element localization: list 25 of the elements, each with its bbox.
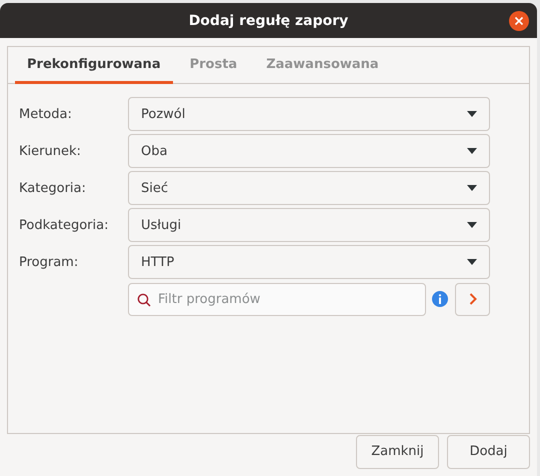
dropdown[interactable]: HTTP <box>128 245 490 279</box>
caret-icon <box>467 259 477 265</box>
next-button[interactable] <box>455 282 490 316</box>
close-button[interactable] <box>509 11 529 31</box>
dropdown[interactable]: Usługi <box>128 208 490 242</box>
field-label: Program: <box>19 254 80 270</box>
field-label: Metoda: <box>19 106 73 122</box>
field-label: Kierunek: <box>19 144 82 158</box>
chevron-icon <box>468 293 476 305</box>
dropdown[interactable]: Pozwól <box>128 97 490 131</box>
tab[interactable]: Prekonfigurowana <box>15 47 173 84</box>
caret-icon <box>467 148 477 154</box>
dialog-button[interactable]: Dodaj <box>447 435 530 469</box>
field-label: Podkategoria: <box>19 218 110 232</box>
dialog-button[interactable]: Zamknij <box>356 435 439 469</box>
caret-icon <box>467 222 477 228</box>
info-icon[interactable] <box>432 291 448 307</box>
search-icon <box>137 292 151 306</box>
caret-icon <box>467 185 477 191</box>
search-field[interactable]: Filtr programów <box>128 282 426 316</box>
field-label: Kategoria: <box>19 180 87 196</box>
dropdown[interactable]: Sieć <box>128 171 490 205</box>
window-title: Dodaj regułę zapory <box>188 12 348 28</box>
dropdown[interactable]: Oba <box>128 134 490 168</box>
caret-icon <box>467 111 477 117</box>
